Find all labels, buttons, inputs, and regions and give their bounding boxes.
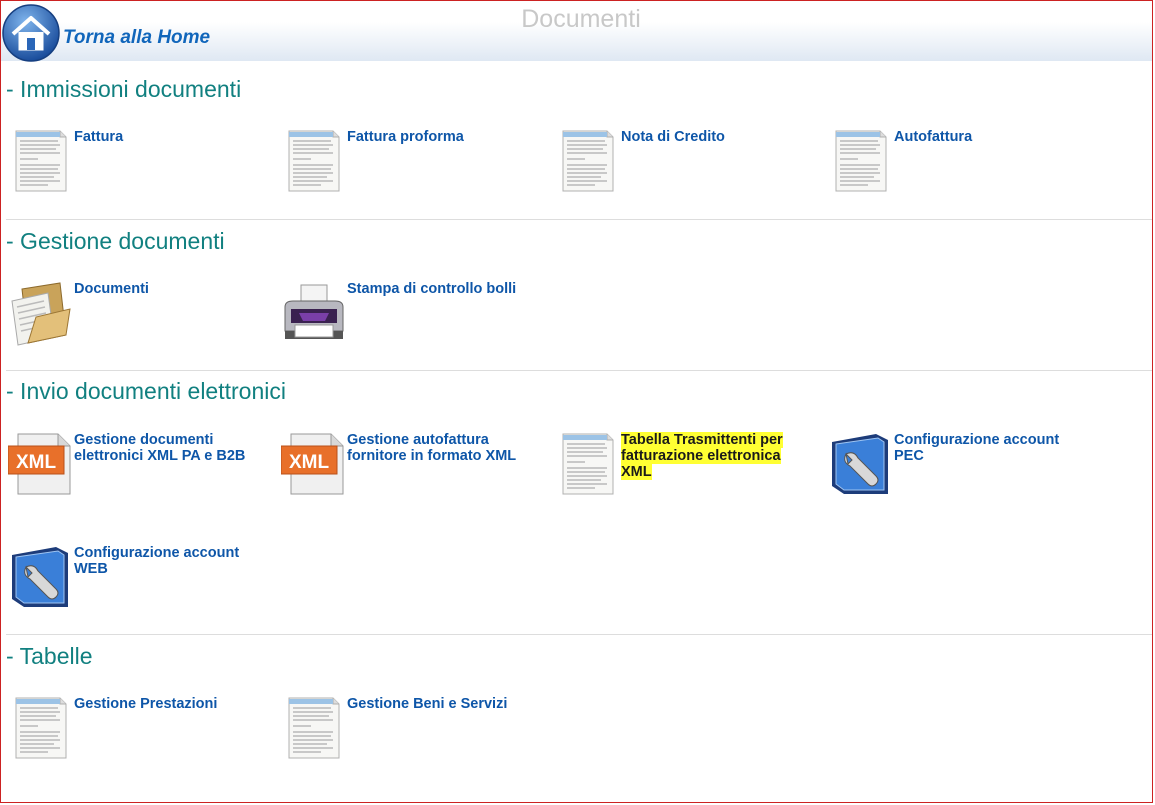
home-icon[interactable] xyxy=(1,3,61,63)
highlighted-text: Tabella Trasmittenti per fatturazione el… xyxy=(621,432,783,480)
document-icon xyxy=(15,130,67,192)
wrench-settings-icon xyxy=(831,433,889,495)
document-icon xyxy=(562,433,614,495)
xml-file-icon xyxy=(8,433,71,495)
wrench-settings-icon xyxy=(11,546,69,608)
item-label: Gestione autofattura fornitore in format… xyxy=(347,432,517,464)
item-gestione-prestazioni[interactable]: Gestione Prestazioni xyxy=(8,696,268,766)
item-gestione-beni-servizi[interactable]: Gestione Beni e Servizi xyxy=(281,696,541,766)
item-documenti[interactable]: Documenti xyxy=(8,281,268,351)
section-divider xyxy=(6,219,1152,220)
item-label: Configurazione account WEB xyxy=(74,545,240,577)
section-title-invio: - Invio documenti elettronici xyxy=(6,378,286,404)
item-nota-di-credito[interactable]: Nota di Credito xyxy=(555,129,815,199)
item-autofattura[interactable]: Autofattura xyxy=(828,129,1088,199)
section-title-gestione: - Gestione documenti xyxy=(6,228,225,254)
item-label: Stampa di controllo bolli xyxy=(347,281,517,297)
item-tabella-trasmittenti[interactable]: Tabella Trasmittenti per fatturazione el… xyxy=(555,432,815,502)
document-icon xyxy=(288,697,340,759)
item-gestione-autofattura-xml[interactable]: Gestione autofattura fornitore in format… xyxy=(281,432,541,502)
xml-file-icon xyxy=(281,433,344,495)
printer-icon xyxy=(284,284,344,339)
section-title-tabelle: - Tabelle xyxy=(6,643,93,669)
item-fattura[interactable]: Fattura xyxy=(8,129,268,199)
item-label: Fattura xyxy=(74,129,124,145)
item-label: Autofattura xyxy=(894,129,973,145)
item-stampa-controllo-bolli[interactable]: Stampa di controllo bolli xyxy=(281,281,541,351)
item-label: Tabella Trasmittenti per fatturazione el… xyxy=(621,432,811,480)
item-gestione-xml-pa-b2b[interactable]: Gestione documenti elettronici XML PA e … xyxy=(8,432,268,502)
document-icon xyxy=(835,130,887,192)
item-label: Fattura proforma xyxy=(347,129,464,145)
page-title: Documenti xyxy=(521,5,641,33)
item-configurazione-web[interactable]: Configurazione account WEB xyxy=(8,545,268,615)
item-label: Documenti xyxy=(74,281,149,297)
item-label: Nota di Credito xyxy=(621,129,725,145)
item-label: Gestione Beni e Servizi xyxy=(347,696,508,712)
section-title-immissioni: - Immissioni documenti xyxy=(6,76,242,102)
item-configurazione-pec[interactable]: Configurazione account PEC xyxy=(828,432,1088,502)
item-label: Gestione documenti elettronici XML PA e … xyxy=(74,432,246,464)
section-divider xyxy=(6,370,1152,371)
section-divider xyxy=(6,634,1152,635)
folder-icon xyxy=(11,282,71,346)
document-icon xyxy=(288,130,340,192)
item-label: Configurazione account PEC xyxy=(894,432,1060,464)
document-icon xyxy=(15,697,67,759)
item-label: Gestione Prestazioni xyxy=(74,696,218,712)
item-fattura-proforma[interactable]: Fattura proforma xyxy=(281,129,541,199)
home-link[interactable]: Torna alla Home xyxy=(63,27,210,49)
document-icon xyxy=(562,130,614,192)
